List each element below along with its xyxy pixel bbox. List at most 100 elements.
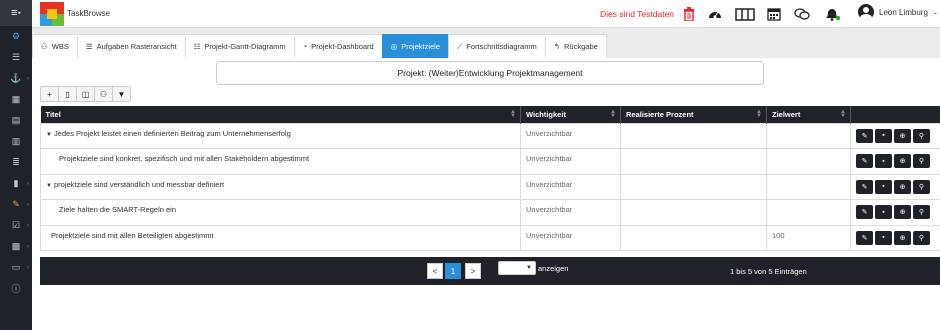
add-child-button[interactable]: ⊕ bbox=[894, 154, 911, 168]
goals-table: Titel ▲ ▼ Wichtigkeit ▲ ▼ Realisierte Prozen… bbox=[40, 106, 940, 251]
add-child-button[interactable]: ⊕ bbox=[894, 230, 911, 245]
edit-button[interactable]: ✎ bbox=[856, 128, 873, 143]
sidebar-item-tools[interactable]: ✎ › bbox=[0, 194, 32, 215]
delete-button[interactable]: ▪ bbox=[875, 179, 892, 194]
main-content: Projekt: (Weiter)Entwicklung Projektmana… bbox=[32, 58, 940, 330]
cell-title: Ziele halten die SMART-Regeln ein bbox=[40, 199, 521, 226]
user-menu[interactable]: Leon Limburg ⌄ bbox=[858, 4, 938, 20]
add-child-button[interactable]: ⊕ bbox=[894, 205, 911, 219]
plus-circle-icon: ⊕ bbox=[899, 234, 906, 242]
hierarchy-button[interactable]: ⚇ bbox=[94, 86, 113, 102]
sidebar-item-dashboard[interactable]: ▩ › bbox=[0, 236, 32, 257]
entries-info: 1 bis 5 von 5 Einträgen bbox=[730, 267, 807, 276]
columns-icon[interactable] bbox=[734, 5, 756, 23]
trash-icon: ▪ bbox=[882, 157, 885, 165]
dashboard-gauge-icon[interactable] bbox=[706, 5, 724, 23]
pagination-bar: < 1 > ▼ anzeigen 1 bis 5 von 5 Einträgen bbox=[40, 257, 940, 285]
edit-icon: ✎ bbox=[861, 234, 868, 242]
next-page-button[interactable]: > bbox=[465, 263, 481, 279]
sidebar-item-help[interactable]: ⓘ bbox=[0, 278, 32, 299]
tab-progress-chart[interactable]: ⟋ Fortschrittsdiagramm bbox=[448, 34, 546, 58]
chat-icon[interactable] bbox=[793, 5, 811, 23]
header-label: Wichtigkeit bbox=[526, 109, 566, 119]
tab-dashboard[interactable]: ◔ Projekt-Dashboard bbox=[293, 34, 383, 58]
table-row[interactable]: Ziele halten die SMART-Regeln ein Unverzi… bbox=[40, 199, 940, 226]
header-label: Realisierte Prozent bbox=[626, 109, 694, 119]
paperclip-icon: ⚲ bbox=[918, 158, 925, 165]
columns-button[interactable]: ◫ bbox=[76, 86, 95, 102]
hamburger-icon: ≡ bbox=[11, 7, 18, 19]
cell-title: Projektziele sind mit allen Beteiligten … bbox=[40, 224, 521, 251]
edit-icon: ✎ bbox=[861, 209, 868, 216]
sidebar-item-documents[interactable]: ▮ › bbox=[0, 173, 32, 194]
paperclip-icon: ⚲ bbox=[918, 209, 925, 216]
goal-title: Projektziele sind mit allen Beteiligten … bbox=[51, 230, 214, 240]
projects-icon: ⚙ bbox=[11, 31, 21, 41]
tab-label: Fortschrittsdiagramm bbox=[466, 42, 537, 51]
export-button[interactable]: ▯ bbox=[58, 86, 77, 102]
cell-actions: ✎ ▪ ⊕ ⚲ bbox=[850, 199, 940, 226]
sidebar-item-calendar[interactable]: ▤ bbox=[0, 110, 32, 131]
add-child-button[interactable]: ⊕ bbox=[894, 128, 911, 143]
column-header-realized-percent[interactable]: Realisierte Prozent ▲ ▼ bbox=[620, 106, 767, 123]
sidebar-item-grid[interactable]: ▦ bbox=[0, 89, 32, 110]
caret-down-icon[interactable]: ▼ bbox=[46, 132, 52, 138]
page-size-select[interactable]: ▼ bbox=[498, 261, 536, 275]
plus-circle-icon: ⊕ bbox=[899, 209, 906, 216]
sidebar-item-tasks[interactable]: ⚓ › bbox=[0, 68, 32, 89]
trash-icon: ▪ bbox=[882, 132, 885, 139]
edit-icon: ✎ bbox=[861, 132, 868, 140]
tab-wbs[interactable]: ⚇ WBS bbox=[32, 34, 78, 58]
cell-target: 100 bbox=[766, 224, 851, 251]
sidebar-item-reports[interactable]: ≣ bbox=[0, 152, 32, 173]
column-header-importance[interactable]: Wichtigkeit ▲ ▼ bbox=[520, 106, 621, 123]
edit-button[interactable]: ✎ bbox=[856, 205, 873, 219]
caret-down-icon[interactable]: ▼ bbox=[46, 183, 52, 189]
tab-gantt[interactable]: ☷ Projekt-Gantt-Diagramm bbox=[184, 34, 295, 58]
user-name: Leon Limburg bbox=[879, 7, 928, 17]
attach-button[interactable]: ⚲ bbox=[913, 154, 930, 168]
cell-actions: ✎ ▪ ⊕ ⚲ bbox=[850, 224, 940, 251]
table-row[interactable]: Projektziele sind mit allen Beteiligten … bbox=[40, 224, 940, 251]
attach-button[interactable]: ⚲ bbox=[913, 230, 930, 245]
sidebar-item-contacts[interactable]: ▭ › bbox=[0, 257, 32, 278]
sidebar-item-projects[interactable]: ⚙ bbox=[0, 26, 32, 47]
sidebar-item-timeline[interactable]: ▥ bbox=[0, 131, 32, 152]
tab-return[interactable]: ↰ Rückgabe bbox=[544, 34, 607, 58]
line-chart-icon: ⟋ bbox=[457, 41, 463, 51]
attach-button[interactable]: ⚲ bbox=[913, 179, 930, 194]
trash-icon[interactable] bbox=[680, 5, 698, 23]
table-row[interactable]: Projektziele sind konkret, spezifisch un… bbox=[40, 148, 940, 175]
add-button[interactable]: + bbox=[40, 86, 59, 102]
sidebar-item-list[interactable]: ☰ bbox=[0, 47, 32, 68]
delete-button[interactable]: ▪ bbox=[875, 230, 892, 245]
table-row[interactable]: ▼ Jedes Projekt leistet einen definierten… bbox=[40, 122, 940, 149]
attach-button[interactable]: ⚲ bbox=[913, 205, 930, 219]
attach-button[interactable]: ⚲ bbox=[913, 128, 930, 143]
tab-bar: ⚇ WBS ☰ Aufgaben Rasteransicht ☷ Projekt-Ga… bbox=[32, 34, 607, 58]
delete-button[interactable]: ▪ bbox=[875, 205, 892, 219]
goal-title: Ziele halten die SMART-Regeln ein bbox=[59, 205, 177, 214]
delete-button[interactable]: ▪ bbox=[875, 128, 892, 143]
menu-toggle[interactable]: ≡ ▸ bbox=[0, 0, 32, 26]
edit-button[interactable]: ✎ bbox=[856, 179, 873, 194]
add-child-button[interactable]: ⊕ bbox=[894, 179, 911, 194]
delete-button[interactable]: ▪ bbox=[875, 154, 892, 168]
prev-page-button[interactable]: < bbox=[427, 263, 443, 279]
column-header-target[interactable]: Zielwert ▲ ▼ bbox=[766, 106, 851, 123]
chevron-right-icon: › bbox=[27, 75, 29, 82]
cell-realized-percent bbox=[620, 148, 767, 175]
calendar-icon[interactable] bbox=[765, 5, 783, 23]
edit-button[interactable]: ✎ bbox=[856, 154, 873, 168]
cell-realized-percent bbox=[620, 199, 767, 226]
sidebar-item-checks[interactable]: ☑ › bbox=[0, 215, 32, 236]
tab-project-goals[interactable]: ◎ Projektziele bbox=[381, 34, 450, 58]
table-row[interactable]: ▼ projektziele sind verständlich und mess… bbox=[40, 173, 940, 200]
filter-button[interactable]: ▼ bbox=[112, 86, 131, 102]
edit-button[interactable]: ✎ bbox=[856, 230, 873, 245]
dashboard-icon: ▩ bbox=[11, 241, 21, 251]
page-1-button[interactable]: 1 bbox=[445, 263, 461, 279]
tab-task-grid[interactable]: ☰ Aufgaben Rasteransicht bbox=[76, 34, 186, 58]
notification-bell-icon[interactable] bbox=[823, 5, 841, 23]
column-header-title[interactable]: Titel ▲ ▼ bbox=[40, 106, 521, 123]
